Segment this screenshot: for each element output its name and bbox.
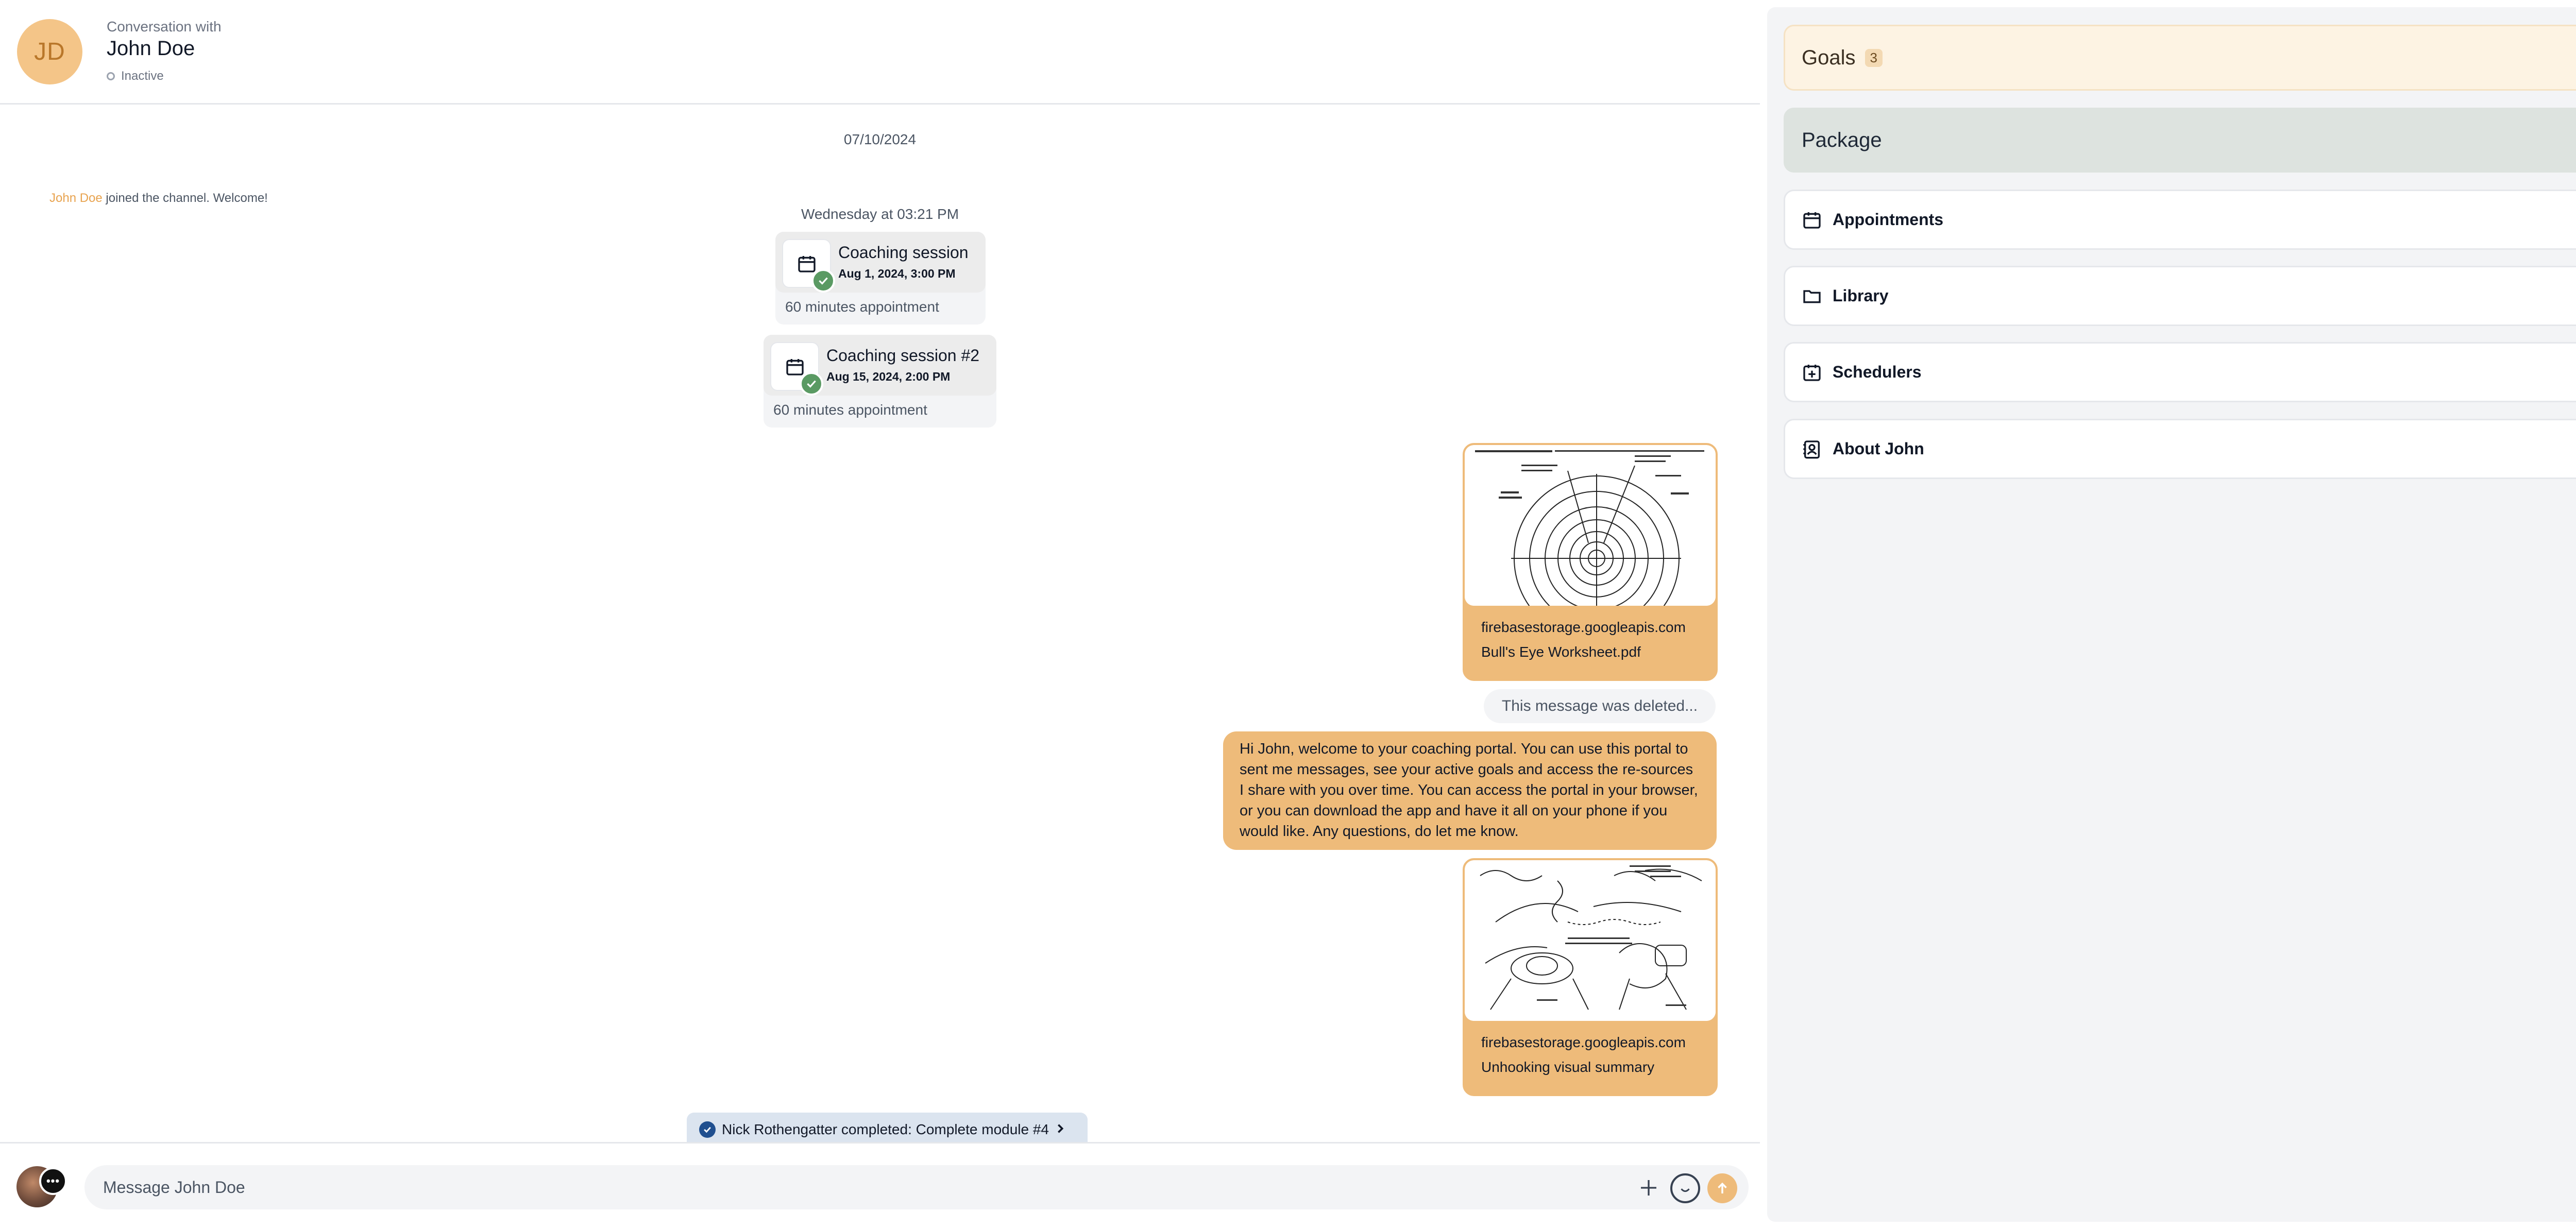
section-library[interactable]: Library <box>1784 266 2576 326</box>
file-name: Bull's Eye Worksheet.pdf <box>1481 644 1641 660</box>
conversation-with-label: Conversation with <box>107 19 222 35</box>
scheduler-icon <box>1803 364 1821 381</box>
check-icon <box>800 372 823 396</box>
message-timestamp: Wednesday at 03:21 PM <box>801 206 959 222</box>
send-arrow-icon[interactable] <box>1707 1173 1737 1203</box>
system-join-message: John Doe joined the channel. Welcome! <box>49 191 268 206</box>
file-thumbnail <box>1465 445 1716 606</box>
section-library-label: Library <box>1802 267 1888 325</box>
section-schedulers-label: Schedulers <box>1802 344 1922 401</box>
appointment-datetime: Aug 15, 2024, 2:00 PM <box>826 370 951 383</box>
contact-avatar[interactable]: JD <box>17 19 82 84</box>
emoji-icon[interactable] <box>1670 1173 1700 1203</box>
contact-status: Inactive <box>107 69 164 83</box>
section-schedulers[interactable]: Schedulers <box>1784 342 2576 402</box>
date-separator: 07/10/2024 <box>843 131 917 147</box>
appointment-card[interactable]: Coaching session #2 Aug 15, 2024, 2:00 P… <box>764 335 996 428</box>
section-package-label: Package <box>1802 128 1882 151</box>
appointment-duration: 60 minutes appointment <box>785 299 939 315</box>
schedulers-title: Schedulers <box>1833 363 1922 381</box>
plus-icon[interactable] <box>1635 1174 1662 1201</box>
appointment-datetime: Aug 1, 2024, 3:00 PM <box>838 267 956 280</box>
section-appointments-label: Appointments <box>1802 191 1943 248</box>
section-goals[interactable]: Goals 3 <box>1784 25 2576 91</box>
calendar-icon <box>1803 212 1821 229</box>
file-name: Unhooking visual summary <box>1481 1059 1655 1075</box>
details-sidebar: Goals 3 Package Appointments Library Sch… <box>1767 7 2576 1222</box>
section-about-label: About John <box>1802 420 1924 477</box>
appointment-title: Coaching session #2 <box>826 346 980 365</box>
chevron-right-icon <box>1055 1121 1065 1138</box>
status-dot-icon <box>107 72 115 80</box>
file-domain: firebasestorage.googleapis.com <box>1481 619 1686 635</box>
chat-pane: JD Conversation with John Doe Inactive 0… <box>0 0 1760 1229</box>
about-title: About John <box>1833 439 1924 458</box>
section-goals-label: Goals 3 <box>1802 26 1883 89</box>
deleted-message: This message was deleted... <box>1484 689 1716 723</box>
appointment-title: Coaching session <box>838 243 969 262</box>
file-attachment-card[interactable]: firebasestorage.googleapis.com Bull's Ey… <box>1463 443 1718 681</box>
message-composer: ••• <box>0 1143 1760 1229</box>
status-text: Inactive <box>121 69 164 83</box>
contact-name: John Doe <box>107 37 195 60</box>
join-message-name[interactable]: John Doe <box>49 191 103 205</box>
section-package[interactable]: Package <box>1784 108 2576 173</box>
section-about[interactable]: About John <box>1784 419 2576 479</box>
file-domain: firebasestorage.googleapis.com <box>1481 1034 1686 1050</box>
file-thumbnail <box>1465 860 1716 1021</box>
chat-bubble-icon[interactable]: ••• <box>39 1167 67 1195</box>
section-appointments[interactable]: Appointments <box>1784 190 2576 250</box>
goal-completed-text: Nick Rothengatter completed: Complete mo… <box>722 1121 1049 1137</box>
library-title: Library <box>1833 286 1889 305</box>
message-bubble[interactable]: Hi John, welcome to your coaching portal… <box>1223 731 1717 850</box>
check-icon <box>811 269 835 293</box>
chat-header: JD Conversation with John Doe Inactive <box>0 0 1760 105</box>
message-input[interactable] <box>103 1165 1597 1209</box>
appointment-card[interactable]: Coaching session Aug 1, 2024, 3:00 PM 60… <box>775 232 986 325</box>
goals-count-badge: 3 <box>1865 48 1883 67</box>
join-message-text: joined the channel. Welcome! <box>102 191 268 205</box>
appointment-duration: 60 minutes appointment <box>773 402 927 418</box>
contact-card-icon <box>1803 440 1820 458</box>
checkmark-badge-icon <box>699 1121 716 1138</box>
file-attachment-card[interactable]: firebasestorage.googleapis.com Unhooking… <box>1463 858 1718 1096</box>
appointments-title: Appointments <box>1833 210 1944 229</box>
goals-title: Goals <box>1802 46 1856 69</box>
message-input-wrapper <box>84 1165 1749 1209</box>
folder-icon <box>1803 289 1821 303</box>
